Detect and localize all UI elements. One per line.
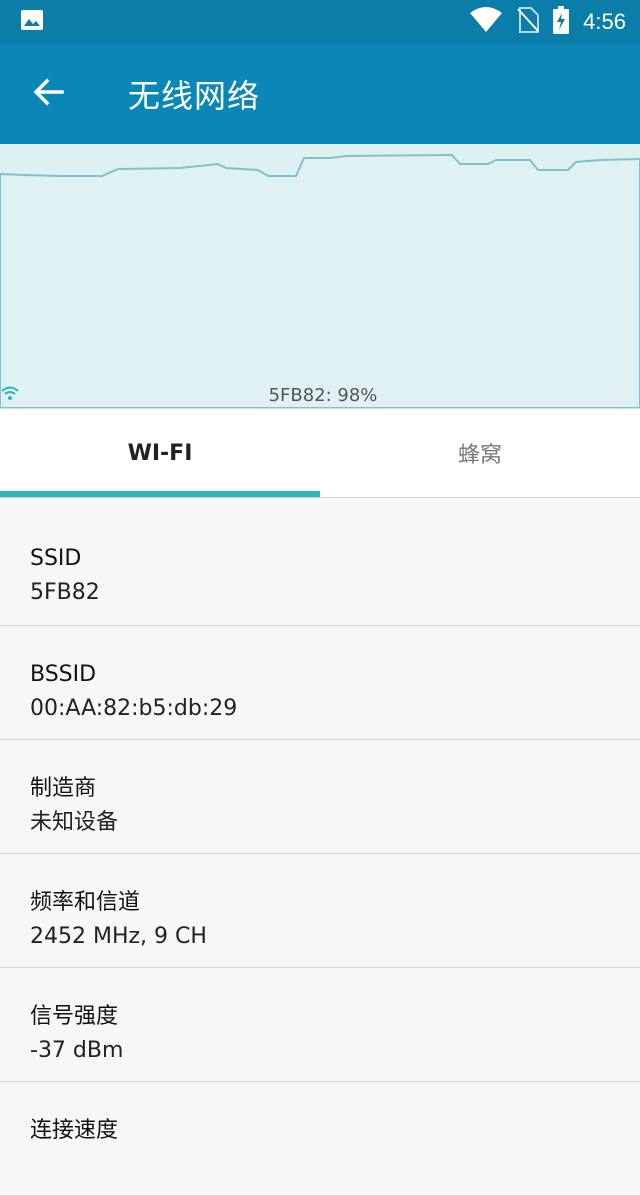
tab-cellular[interactable]: 蜂窝 <box>320 409 640 497</box>
info-label: 信号强度 <box>30 1004 119 1029</box>
list-item-bssid: BSSID 00:AA:82:b5:db:29 <box>0 626 640 740</box>
list-item-frequency-channel: 频率和信道 2452 MHz, 9 CH <box>0 854 640 968</box>
tab-bar: WI-FI 蜂窝 <box>0 409 640 498</box>
signal-history-chart <box>0 153 640 408</box>
battery-charging-icon <box>553 6 570 38</box>
list-item-manufacturer: 制造商 未知设备 <box>0 740 640 854</box>
graph-caption: 5FB82: 98% <box>0 385 640 406</box>
graph-label: 5FB82: 98% <box>268 385 378 406</box>
tab-indicator <box>0 491 320 497</box>
status-bar: 4:56 <box>0 0 640 44</box>
list-item-ssid: SSID 5FB82 <box>0 498 640 626</box>
list-item-signal-strength: 信号强度 -37 dBm <box>0 968 640 1082</box>
info-label: BSSID <box>30 662 97 687</box>
info-value: 2452 MHz, 9 CH <box>30 924 207 949</box>
info-label: SSID <box>30 546 82 571</box>
info-value: -37 dBm <box>30 1038 124 1063</box>
list-item-link-speed: 连接速度 <box>0 1082 640 1196</box>
no-sim-icon <box>517 7 540 37</box>
wifi-signal-icon <box>469 7 503 37</box>
page-title: 无线网络 <box>128 77 261 115</box>
info-value: 未知设备 <box>30 810 119 835</box>
info-value: 00:AA:82:b5:db:29 <box>30 696 238 721</box>
arrow-left-icon <box>32 78 64 110</box>
gallery-notification-icon <box>20 9 44 35</box>
info-value: 5FB82 <box>30 580 100 605</box>
status-icons: 4:56 <box>469 6 626 38</box>
back-button[interactable] <box>0 44 96 144</box>
info-label: 频率和信道 <box>30 890 141 915</box>
tab-wifi[interactable]: WI-FI <box>0 409 320 497</box>
info-label: 制造商 <box>30 776 97 801</box>
signal-graph: 5FB82: 98% <box>0 144 640 409</box>
info-label: 连接速度 <box>30 1118 119 1143</box>
wifi-info-list: SSID 5FB82 BSSID 00:AA:82:b5:db:29 制造商 未… <box>0 498 640 1196</box>
app-bar: 无线网络 <box>0 44 640 144</box>
clock: 4:56 <box>583 9 626 34</box>
